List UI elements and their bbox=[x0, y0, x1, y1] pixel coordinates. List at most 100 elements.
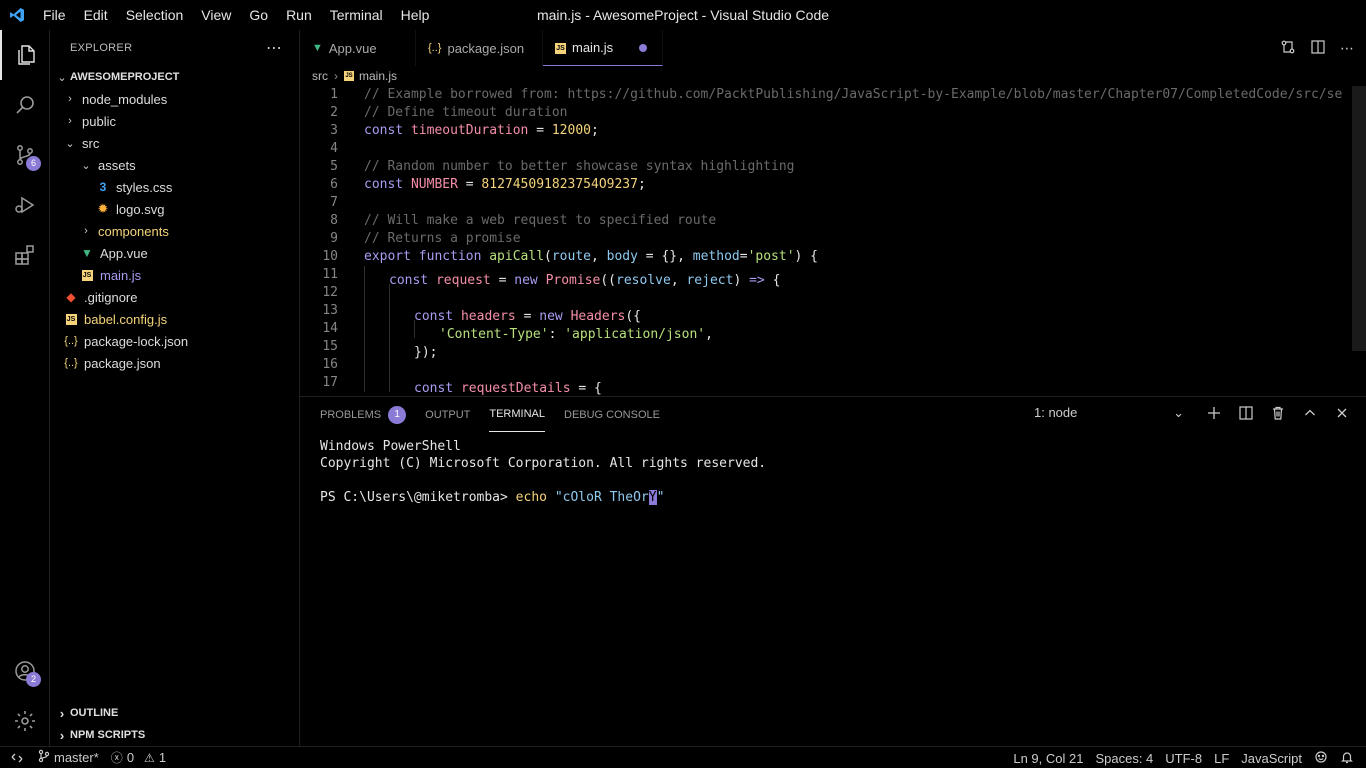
menu-edit[interactable]: Edit bbox=[75, 0, 117, 30]
tab-app-vue[interactable]: ▼ App.vue bbox=[300, 30, 416, 66]
tree-item-components[interactable]: › components bbox=[50, 220, 299, 242]
problems-indicator[interactable]: ⓧ 0 ⚠ 1 bbox=[111, 749, 166, 766]
scm-badge: 6 bbox=[26, 156, 41, 171]
branch-indicator[interactable]: master* bbox=[38, 749, 99, 766]
menu-terminal[interactable]: Terminal bbox=[321, 0, 392, 30]
terminal-prompt: PS C:\Users\@miketromba> bbox=[320, 490, 508, 505]
code-line: 5// Random number to better showcase syn… bbox=[330, 159, 795, 174]
breadcrumb-main-js[interactable]: main.js bbox=[359, 69, 397, 83]
npm-scripts-section[interactable]: › NPM SCRIPTS bbox=[50, 724, 299, 746]
activity-bar: 6 2 bbox=[0, 30, 50, 746]
menu-run[interactable]: Run bbox=[277, 0, 321, 30]
project-name: AWESOMEPROJECT bbox=[70, 71, 180, 83]
code-line: 8// Will make a web request to specified… bbox=[330, 213, 717, 228]
json-file-icon: {..} bbox=[428, 42, 442, 54]
code-line: 11 const request = new Promise((resolve, … bbox=[322, 266, 781, 288]
code-line: 10 export function apiCall(route, body = … bbox=[322, 249, 819, 264]
more-actions-icon[interactable]: ⋯ bbox=[266, 38, 283, 58]
explorer-header: EXPLORER ⋯ bbox=[50, 30, 299, 66]
open-changes-icon[interactable] bbox=[1280, 39, 1296, 58]
svg-file-icon: ✹ bbox=[97, 201, 109, 216]
json-file-icon: {..} bbox=[64, 357, 78, 369]
code-text: // Will make a web request to specified … bbox=[364, 213, 717, 228]
tree-item-label: .gitignore bbox=[84, 289, 138, 305]
cursor-position[interactable]: Ln 9, Col 21 bbox=[1013, 751, 1083, 766]
tree-item-label: main.js bbox=[100, 267, 142, 283]
tree-item-package-lock[interactable]: {..} package-lock.json bbox=[50, 330, 299, 352]
vue-file-icon: ▼ bbox=[81, 246, 93, 260]
tree-item-src[interactable]: ⌄ src bbox=[50, 132, 299, 154]
tree-item-logo-svg[interactable]: ✹ logo.svg bbox=[50, 198, 299, 220]
tree-item-label: package.json bbox=[84, 355, 161, 371]
chevron-right-icon: › bbox=[59, 727, 65, 743]
tree-item-public[interactable]: › public bbox=[50, 110, 299, 132]
remote-icon[interactable] bbox=[10, 751, 24, 765]
new-terminal-icon[interactable] bbox=[1206, 405, 1222, 424]
tab-output[interactable]: OUTPUT bbox=[425, 397, 470, 432]
tab-debug-console[interactable]: DEBUG CONSOLE bbox=[564, 397, 660, 432]
tab-terminal[interactable]: TERMINAL bbox=[489, 397, 545, 432]
accounts-icon[interactable]: 2 bbox=[0, 646, 50, 696]
menu-file[interactable]: File bbox=[34, 0, 75, 30]
tab-problems[interactable]: PROBLEMS 1 bbox=[320, 397, 407, 432]
menu-help[interactable]: Help bbox=[392, 0, 439, 30]
editor-scrollbar[interactable] bbox=[1352, 86, 1366, 351]
outline-label: OUTLINE bbox=[70, 707, 119, 719]
tree-item-main-js[interactable]: JS main.js bbox=[50, 264, 299, 286]
menu-go[interactable]: Go bbox=[240, 0, 277, 30]
feedback-icon[interactable] bbox=[1314, 750, 1328, 767]
terminal-command: echo bbox=[515, 490, 547, 505]
split-editor-icon[interactable] bbox=[1310, 39, 1326, 58]
project-folder[interactable]: ⌄ AWESOMEPROJECT bbox=[50, 66, 299, 88]
settings-gear-icon[interactable] bbox=[0, 696, 50, 746]
code-line: 17 const requestDetails = { bbox=[322, 374, 602, 396]
terminal[interactable]: Windows PowerShell Copyright (C) Microso… bbox=[300, 432, 1366, 512]
error-count: 0 bbox=[126, 750, 135, 765]
terminal-line: Windows PowerShell bbox=[320, 439, 461, 454]
tree-item-styles-css[interactable]: 3 styles.css bbox=[50, 176, 299, 198]
end-of-line[interactable]: LF bbox=[1214, 751, 1229, 766]
run-debug-icon[interactable] bbox=[0, 180, 50, 230]
tree-item-label: logo.svg bbox=[116, 201, 165, 217]
tree-item-gitignore[interactable]: ◆ .gitignore bbox=[50, 286, 299, 308]
terminal-argument: "cOloR TheOr bbox=[554, 490, 649, 505]
error-icon: ⓧ bbox=[110, 751, 123, 765]
explorer-icon[interactable] bbox=[0, 30, 50, 80]
source-control-icon[interactable]: 6 bbox=[0, 130, 50, 180]
code-line: 9// Returns a promise bbox=[330, 231, 521, 246]
json-file-icon: {..} bbox=[64, 335, 78, 347]
trash-icon[interactable] bbox=[1270, 405, 1286, 424]
tab-package-json[interactable]: {..} package.json bbox=[416, 30, 543, 66]
close-panel-icon[interactable] bbox=[1334, 405, 1350, 424]
chevron-right-icon: › bbox=[59, 705, 65, 721]
encoding[interactable]: UTF-8 bbox=[1165, 751, 1202, 766]
terminal-argument-end: " bbox=[656, 490, 665, 505]
indentation[interactable]: Spaces: 4 bbox=[1095, 751, 1153, 766]
status-bar: master* ⓧ 0 ⚠ 1 Ln 9, Col 21 Spaces: 4 U… bbox=[0, 746, 1366, 768]
menu-selection[interactable]: Selection bbox=[117, 0, 193, 30]
breadcrumb-src[interactable]: src bbox=[312, 69, 328, 83]
language-mode[interactable]: JavaScript bbox=[1241, 751, 1302, 766]
notifications-icon[interactable] bbox=[1340, 750, 1354, 767]
tree-item-app-vue[interactable]: ▼ App.vue bbox=[50, 242, 299, 264]
maximize-panel-icon[interactable] bbox=[1302, 405, 1318, 424]
code-text: // Random number to better showcase synt… bbox=[364, 159, 795, 174]
split-terminal-icon[interactable] bbox=[1238, 405, 1254, 424]
search-icon[interactable] bbox=[0, 80, 50, 130]
unsaved-dot-icon[interactable] bbox=[639, 43, 648, 52]
tree-item-assets[interactable]: ⌄ assets bbox=[50, 154, 299, 176]
tree-item-package-json[interactable]: {..} package.json bbox=[50, 352, 299, 374]
chevron-down-icon: ⌄ bbox=[65, 137, 75, 150]
explorer-sidebar: EXPLORER ⋯ ⌄ AWESOMEPROJECT › node_modul… bbox=[50, 30, 300, 746]
terminal-select[interactable]: 1: node ⌄ bbox=[1034, 405, 1184, 421]
more-actions-icon[interactable]: ⋯ bbox=[1340, 40, 1354, 57]
js-file-icon: JS bbox=[81, 269, 93, 281]
tab-main-js[interactable]: JS main.js bbox=[543, 30, 663, 66]
tree-item-node-modules[interactable]: › node_modules bbox=[50, 88, 299, 110]
menu-view[interactable]: View bbox=[192, 0, 240, 30]
js-file-icon: JS bbox=[344, 71, 354, 81]
code-editor[interactable]: 1// Example borrowed from: https://githu… bbox=[300, 86, 1366, 396]
extensions-icon[interactable] bbox=[0, 230, 50, 280]
tree-item-babel-config[interactable]: JS babel.config.js bbox=[50, 308, 299, 330]
outline-section[interactable]: › OUTLINE bbox=[50, 702, 299, 724]
